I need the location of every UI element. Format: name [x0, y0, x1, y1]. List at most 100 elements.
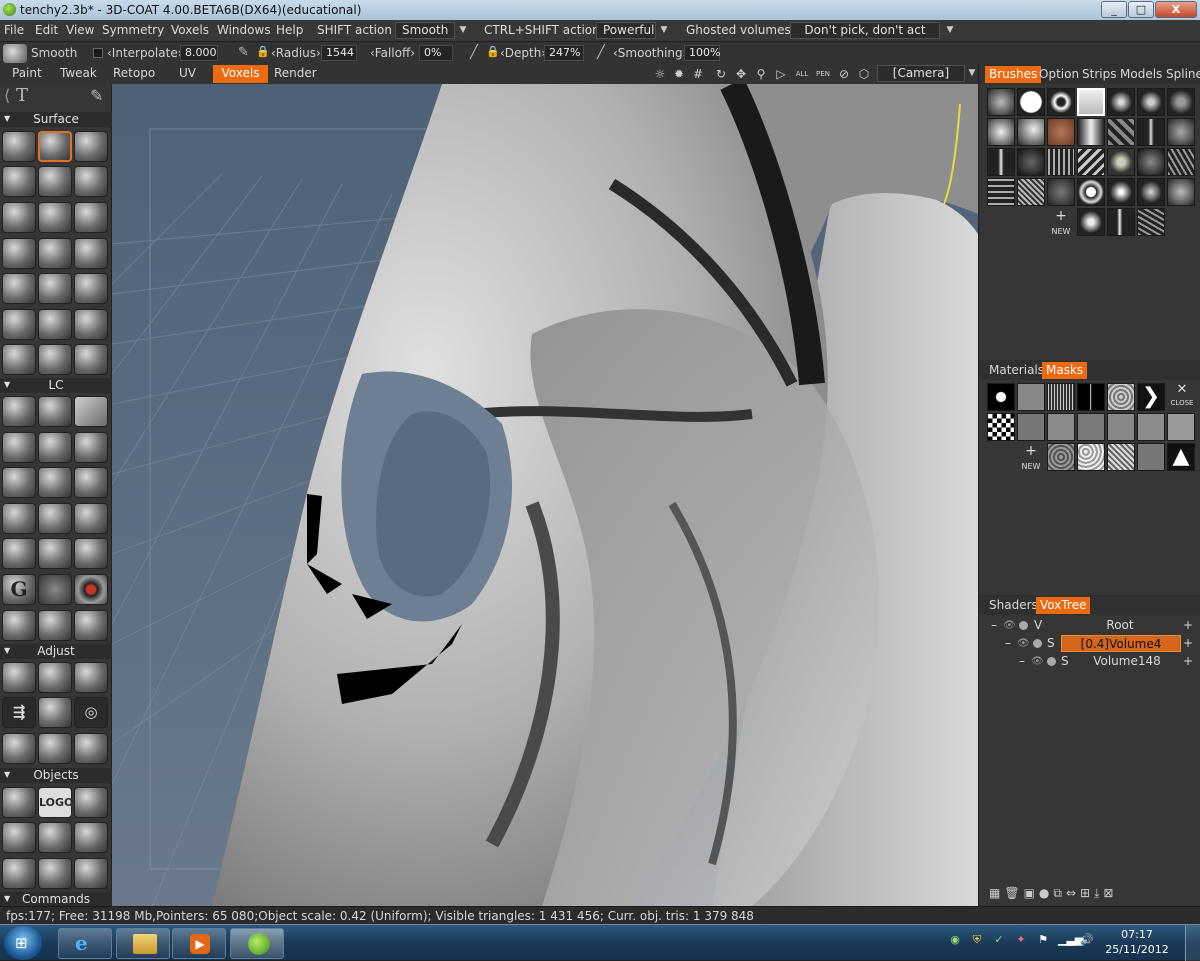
sphere-volume-icon[interactable]: ●	[1039, 886, 1053, 900]
tool-adjust-tube[interactable]	[74, 662, 108, 693]
taskbar-explorer[interactable]	[116, 928, 170, 959]
brush-alpha[interactable]	[987, 88, 1015, 116]
grid-volume-icon[interactable]: ⊞	[1080, 886, 1094, 900]
brush-alpha[interactable]	[1167, 148, 1195, 176]
brush-alpha[interactable]	[1137, 88, 1165, 116]
tool-cut[interactable]	[74, 238, 108, 269]
3d-viewport[interactable]	[112, 84, 978, 906]
tab-retopo[interactable]: Retopo	[107, 65, 161, 83]
tool-flatten[interactable]	[38, 238, 72, 269]
frame-all-icon[interactable]: ALL	[795, 67, 809, 81]
tab-option[interactable]: Option	[1035, 66, 1083, 83]
mask-swatch[interactable]	[1077, 443, 1105, 471]
tool-lc-tube[interactable]	[38, 467, 72, 498]
tray-signal-icon[interactable]: ▁▃▅	[1058, 933, 1083, 947]
tab-shaders[interactable]: Shaders	[985, 597, 1042, 614]
ctrl-shift-action-dropdown[interactable]: Powerful	[596, 22, 656, 39]
brush-alpha[interactable]	[1167, 118, 1195, 146]
collapse-panel-icon[interactable]: ⟨	[4, 86, 10, 105]
chevron-right-mask-icon[interactable]: ❯	[1137, 383, 1165, 411]
section-adjust[interactable]: ▼ Adjust	[0, 644, 112, 659]
clock-time[interactable]: 07:17	[1112, 928, 1162, 941]
taskbar-media-player[interactable]: ▶	[172, 928, 226, 959]
ghosted-volumes-chevron-down-icon[interactable]: ▼	[942, 21, 958, 40]
tool-adjust-cone[interactable]	[38, 697, 72, 728]
tool-obj-strands[interactable]	[74, 822, 108, 853]
tool-lc-cut[interactable]	[74, 538, 108, 569]
tool-lc-swirl[interactable]	[2, 432, 36, 463]
move-icon[interactable]: ✥	[734, 67, 748, 81]
brush-alpha-selected[interactable]	[1077, 88, 1105, 116]
brush-alpha[interactable]	[1047, 88, 1075, 116]
maximize-button[interactable]: □	[1128, 1, 1154, 18]
eye-icon[interactable]: 👁	[1003, 617, 1016, 634]
camera-dropdown[interactable]: [Camera]	[877, 65, 965, 82]
brush-alpha[interactable]	[1107, 148, 1135, 176]
cube-view-icon[interactable]: ⬡	[857, 67, 871, 81]
collapse-icon[interactable]: –	[1019, 653, 1025, 670]
tool-adjust-sphere[interactable]	[38, 662, 72, 693]
collapse-icon[interactable]: –	[991, 617, 997, 634]
tool-lc-smooth[interactable]	[74, 610, 108, 641]
voxel-mode-icon[interactable]: V	[1034, 617, 1042, 634]
falloff-value[interactable]: 0%	[419, 45, 453, 61]
tool-lc-fold[interactable]	[2, 538, 36, 569]
brush-alpha[interactable]	[1137, 208, 1165, 236]
pen-pressure-icon[interactable]: ✎	[238, 45, 249, 60]
tab-materials[interactable]: Materials	[985, 362, 1048, 379]
tab-render[interactable]: Render	[268, 65, 323, 83]
pen-tool-icon[interactable]: ✎	[90, 86, 103, 105]
tool-scratch[interactable]	[74, 202, 108, 233]
mask-swatch[interactable]	[987, 413, 1015, 441]
tab-spline[interactable]: Spline	[1162, 66, 1200, 83]
tool-sphere[interactable]	[2, 238, 36, 269]
mask-swatch[interactable]	[1017, 383, 1045, 411]
mask-swatch[interactable]	[1167, 413, 1195, 441]
shift-action-chevron-down-icon[interactable]: ▼	[455, 21, 471, 40]
brush-alpha[interactable]	[1047, 178, 1075, 206]
text-tool-icon[interactable]: T	[16, 85, 28, 106]
tool-blob[interactable]	[38, 166, 72, 197]
mask-swatch[interactable]	[1107, 413, 1135, 441]
brush-alpha[interactable]	[1137, 178, 1165, 206]
tool-lc-snake[interactable]	[74, 467, 108, 498]
section-surface[interactable]: ▼ Surface	[0, 112, 112, 127]
brush-alpha[interactable]	[987, 148, 1015, 176]
tool-lc-noise[interactable]	[38, 574, 72, 605]
volume-name-selected[interactable]: [0.4]Volume4	[1061, 635, 1181, 652]
surface-mode-icon[interactable]: S	[1061, 653, 1069, 670]
brush-alpha[interactable]	[1107, 178, 1135, 206]
grid-icon[interactable]: #	[691, 67, 705, 81]
eye-icon[interactable]: 👁	[1017, 635, 1030, 652]
collapse-icon[interactable]: –	[1005, 635, 1011, 652]
tab-tweak[interactable]: Tweak	[54, 65, 103, 83]
tool-adjust-move[interactable]	[2, 733, 36, 764]
tool-groom[interactable]	[38, 344, 72, 375]
minimize-button[interactable]: _	[1101, 1, 1127, 18]
tab-voxtree[interactable]: VoxTree	[1036, 597, 1091, 614]
tool-lc-flat[interactable]	[74, 432, 108, 463]
ghosted-volumes-dropdown[interactable]: Don't pick, don't act	[790, 22, 940, 39]
triangle-mask-icon[interactable]: ▲	[1167, 443, 1195, 471]
clock-date[interactable]: 25/11/2012	[1104, 943, 1170, 956]
brush-alpha[interactable]	[1137, 148, 1165, 176]
tool-snake[interactable]	[2, 273, 36, 304]
mask-swatch[interactable]	[1017, 413, 1045, 441]
tool-lc-eye[interactable]	[74, 503, 108, 534]
tool-lc-split[interactable]	[38, 396, 72, 427]
tab-brushes[interactable]: Brushes	[985, 66, 1042, 83]
mask-swatch[interactable]	[1137, 413, 1165, 441]
pen-mode-icon[interactable]: PEN	[816, 67, 830, 81]
new-mask-button[interactable]: + NEW	[1015, 444, 1047, 472]
surface-mode-icon[interactable]: S	[1047, 635, 1055, 652]
tool-shell[interactable]	[2, 309, 36, 340]
tool-spiral[interactable]	[74, 131, 108, 162]
menu-edit[interactable]: Edit	[35, 23, 58, 37]
eye-icon[interactable]: 👁	[1031, 653, 1044, 670]
tray-check-icon[interactable]: ✓	[992, 933, 1006, 947]
brush-alpha[interactable]	[1047, 118, 1075, 146]
tab-voxels[interactable]: Voxels	[213, 65, 268, 83]
shift-action-dropdown[interactable]: Smooth	[395, 22, 455, 39]
brush-alpha[interactable]	[1107, 208, 1135, 236]
tab-strips[interactable]: Strips	[1078, 66, 1120, 83]
